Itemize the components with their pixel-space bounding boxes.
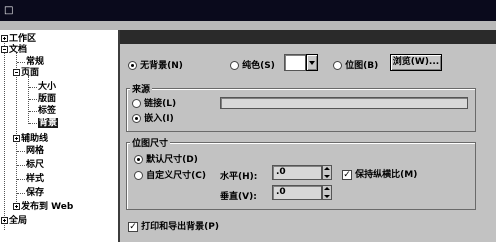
radio-indicator[interactable] xyxy=(128,61,137,70)
spin-down-icon[interactable] xyxy=(324,195,330,198)
checkmark-icon[interactable]: ✓ xyxy=(128,221,138,232)
tree-guide-line xyxy=(4,40,5,230)
tree-connector xyxy=(29,87,37,88)
radio-solid-color[interactable]: 纯色(S) xyxy=(230,58,275,71)
options-tree[interactable]: 工作区 文档 常规 页面 大小 版面 标签 背景 辅助线 网格 标尺 样式 保存… xyxy=(0,30,120,242)
expand-icon[interactable] xyxy=(13,203,20,210)
tree-connector xyxy=(17,62,25,63)
tree-item-save[interactable]: 保存 xyxy=(26,188,44,199)
source-group xyxy=(126,88,476,132)
tree-item-style[interactable]: 样式 xyxy=(26,174,44,185)
tree-item-background[interactable]: 背景 xyxy=(38,118,59,129)
radio-default-size[interactable]: 默认尺寸(D) xyxy=(134,152,198,165)
radio-bitmap[interactable]: 位图(B) xyxy=(333,58,378,71)
color-swatch[interactable] xyxy=(284,54,306,71)
tree-item-page[interactable]: 页面 xyxy=(13,68,39,79)
tree-connector xyxy=(29,123,37,124)
radio-custom-size[interactable]: 自定义尺寸(C) xyxy=(134,168,206,181)
radio-indicator[interactable] xyxy=(230,61,239,70)
print-export-background-checkbox[interactable]: ✓ 打印和导出背景(P) xyxy=(128,219,219,232)
collapse-icon[interactable] xyxy=(13,69,20,76)
checkmark-icon[interactable]: ✓ xyxy=(342,169,352,180)
tree-item-publish-web[interactable]: 发布到 Web xyxy=(13,202,73,213)
tree-connector xyxy=(17,193,25,194)
window-title: □ xyxy=(4,5,14,16)
expand-icon[interactable] xyxy=(13,135,20,142)
radio-link[interactable]: 链接(L) xyxy=(132,96,176,109)
tree-guide-line xyxy=(28,76,29,124)
radio-indicator[interactable] xyxy=(333,61,342,70)
horizontal-input[interactable]: .0 xyxy=(272,165,322,180)
spin-up-icon[interactable] xyxy=(324,167,330,170)
vertical-spinner[interactable] xyxy=(322,185,332,200)
keep-aspect-ratio-checkbox[interactable]: ✓ 保持纵横比(M) xyxy=(342,167,417,180)
collapse-icon[interactable] xyxy=(1,46,8,53)
horizontal-spinner[interactable] xyxy=(322,165,332,180)
bitmap-path-field[interactable] xyxy=(220,97,468,109)
tree-item-ruler[interactable]: 标尺 xyxy=(26,160,44,171)
panel-header-strip xyxy=(120,30,496,44)
expand-icon[interactable] xyxy=(1,35,8,42)
title-bar: □ xyxy=(0,0,496,21)
radio-indicator[interactable] xyxy=(134,155,143,164)
tree-item-guidelines[interactable]: 辅助线 xyxy=(13,134,48,145)
radio-indicator[interactable] xyxy=(132,114,141,123)
tree-item-size[interactable]: 大小 xyxy=(38,82,56,93)
tree-item-document[interactable]: 文档 xyxy=(1,45,27,56)
spin-down-icon[interactable] xyxy=(324,175,330,178)
tree-connector xyxy=(17,165,25,166)
radio-indicator[interactable] xyxy=(132,99,141,108)
tree-connector xyxy=(29,111,37,112)
tree-connector xyxy=(29,99,37,100)
radio-no-background[interactable]: 无背景(N) xyxy=(128,58,183,71)
horizontal-label: 水平(H): xyxy=(220,172,258,182)
spin-up-icon[interactable] xyxy=(324,187,330,190)
tree-connector xyxy=(17,151,25,152)
tree-item-general[interactable]: 常规 xyxy=(26,57,44,68)
tree-item-global[interactable]: 全局 xyxy=(1,216,27,227)
tree-connector xyxy=(17,179,25,180)
expand-icon[interactable] xyxy=(1,217,8,224)
browse-button[interactable]: 浏览(W)... xyxy=(390,54,442,71)
tree-item-grid[interactable]: 网格 xyxy=(26,146,44,157)
color-dropdown-button[interactable] xyxy=(306,54,318,71)
radio-embed[interactable]: 嵌入(I) xyxy=(132,111,174,124)
source-group-title: 来源 xyxy=(130,82,153,95)
tree-item-workspace[interactable]: 工作区 xyxy=(1,34,36,45)
bitmap-size-group-title: 位图尺寸 xyxy=(130,136,171,149)
radio-indicator[interactable] xyxy=(134,171,143,180)
tree-item-label[interactable]: 标签 xyxy=(38,106,56,117)
window-frame xyxy=(0,21,496,30)
vertical-label: 垂直(V): xyxy=(220,192,257,202)
background-settings-panel: 无背景(N) 纯色(S) 位图(B) 浏览(W)... 来源 链接(L) 嵌入(… xyxy=(120,30,496,242)
vertical-input[interactable]: .0 xyxy=(272,185,322,200)
tree-item-layout[interactable]: 版面 xyxy=(38,94,56,105)
chevron-down-icon xyxy=(309,61,315,65)
